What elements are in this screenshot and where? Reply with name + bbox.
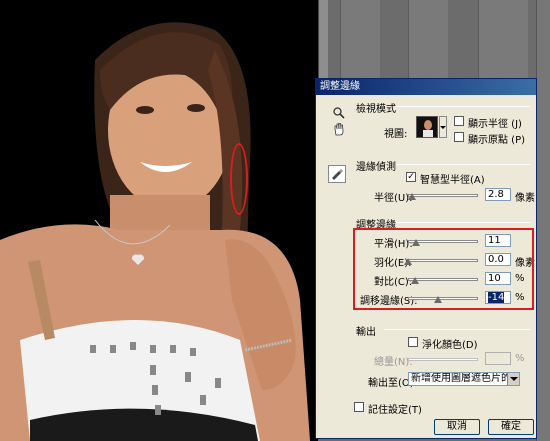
group-divider	[396, 222, 530, 223]
output-to-value: 新增使用圖層遮色片的圖層	[411, 373, 520, 384]
smart-radius-label: 智慧型半徑(A)	[420, 175, 485, 186]
refine-edge-dialog: 調整邊緣 檢視模式 視圖: 顯示半徑 (J) 顯示原點 (P) 邊緣偵測 ✓ 智…	[315, 78, 537, 439]
edge-detection-label: 邊緣偵測	[356, 162, 396, 173]
output-to-select[interactable]: 新增使用圖層遮色片的圖層	[408, 372, 520, 386]
amount-input	[485, 352, 511, 365]
show-radius-checkbox[interactable]	[454, 116, 464, 126]
chevron-down-icon	[507, 373, 519, 385]
output-label: 輸出	[356, 327, 376, 338]
panel-column	[478, 0, 528, 80]
hand-icon[interactable]	[332, 122, 346, 136]
show-original-label: 顯示原點 (P)	[468, 135, 526, 146]
view-mode-label: 檢視模式	[356, 104, 396, 115]
view-dropdown-button[interactable]	[439, 116, 447, 138]
show-radius-label: 顯示半徑 (J)	[468, 119, 522, 130]
ok-button[interactable]: 確定	[488, 419, 534, 435]
remember-checkbox[interactable]	[354, 402, 364, 412]
group-divider	[396, 164, 530, 165]
right-panel-strip	[536, 0, 550, 441]
dialog-title: 調整邊緣	[316, 79, 536, 95]
canvas-scrollbar[interactable]	[318, 0, 328, 80]
refine-radius-brush-icon[interactable]	[328, 165, 346, 183]
zoom-icon[interactable]	[332, 106, 346, 120]
annotation-ellipse	[230, 143, 248, 215]
amount-slider	[408, 354, 478, 365]
decontaminate-label: 淨化顏色(D)	[422, 340, 478, 351]
slider-track	[408, 358, 478, 361]
view-label: 視圖:	[384, 129, 408, 140]
remember-label: 記住設定(T)	[368, 405, 422, 416]
show-original-checkbox[interactable]	[454, 132, 464, 142]
radius-input[interactable]: 2.8	[485, 188, 511, 201]
group-divider	[384, 329, 530, 330]
slider-thumb[interactable]	[407, 193, 416, 200]
panel-column	[340, 0, 380, 80]
group-divider	[396, 106, 530, 107]
decontaminate-checkbox[interactable]	[408, 337, 418, 347]
annotation-box	[353, 228, 534, 310]
view-thumbnail-image	[417, 117, 437, 137]
panel-column	[408, 0, 448, 80]
view-thumbnail[interactable]	[416, 116, 438, 138]
smart-radius-checkbox[interactable]: ✓	[406, 172, 416, 182]
cancel-button[interactable]: 取消	[434, 419, 480, 435]
amount-unit: %	[515, 353, 525, 364]
radius-slider[interactable]	[407, 190, 478, 201]
slider-track	[408, 194, 478, 197]
amount-label: 總量(N):	[374, 357, 413, 368]
radius-unit: 像素	[515, 193, 535, 204]
